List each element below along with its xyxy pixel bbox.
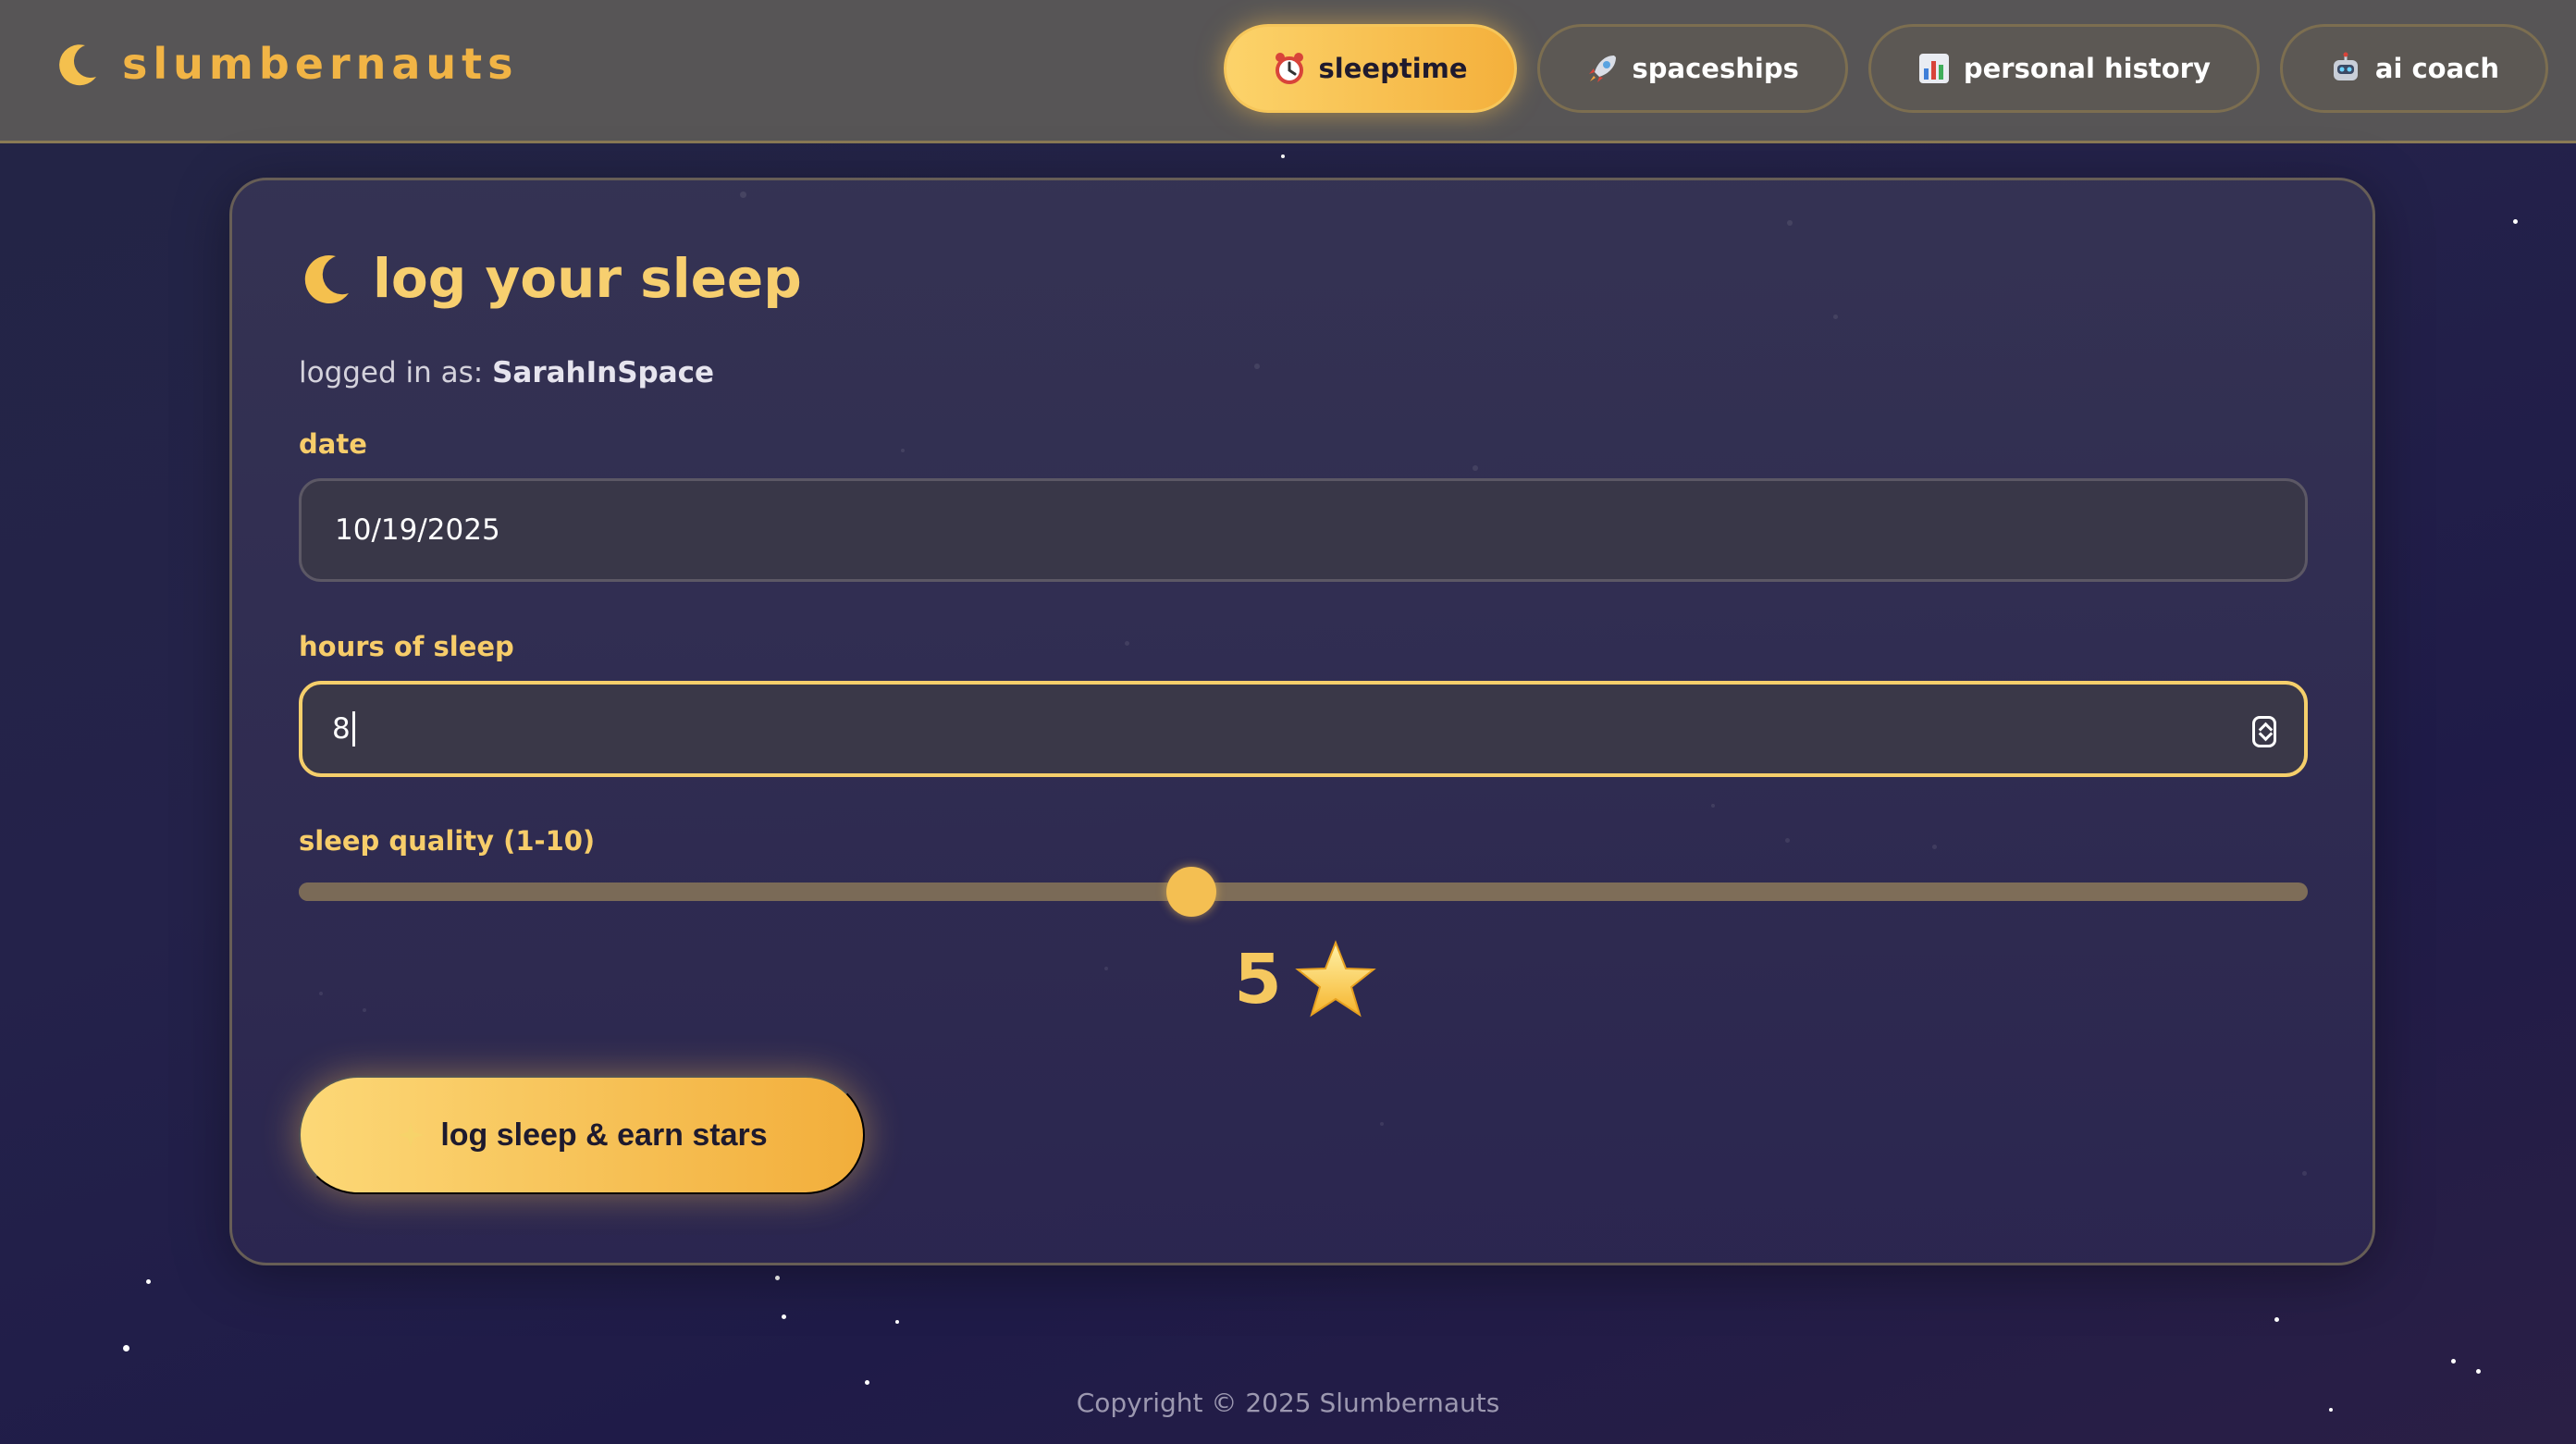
star bbox=[782, 1314, 786, 1319]
star bbox=[2451, 1359, 2456, 1364]
main-nav: sleeptime spaceships personal history ai… bbox=[1223, 24, 2548, 113]
brand[interactable]: slumbernauts bbox=[54, 39, 519, 89]
star bbox=[775, 1276, 780, 1280]
star bbox=[2513, 219, 2518, 224]
star-icon bbox=[1294, 940, 1376, 1018]
sleep-quality-value: 5 bbox=[1234, 940, 1282, 1019]
username: SarahInSpace bbox=[492, 356, 715, 389]
logged-in-status: logged in as: SarahInSpace bbox=[299, 356, 714, 389]
nav-ai-coach-button[interactable]: ai coach bbox=[2279, 24, 2548, 113]
page-title-text: log your sleep bbox=[373, 247, 802, 310]
nav-spaceships-button[interactable]: spaceships bbox=[1536, 24, 1848, 113]
bar-chart-icon bbox=[1918, 54, 1949, 83]
sleep-quality-readout: 5 bbox=[232, 939, 2378, 1020]
crescent-moon-icon bbox=[59, 44, 96, 86]
sleep-quality-slider-fill bbox=[299, 882, 1192, 901]
date-label: date bbox=[299, 428, 367, 460]
sparkles-icon bbox=[398, 1122, 425, 1148]
log-sleep-card: log your sleep logged in as: SarahInSpac… bbox=[229, 178, 2375, 1265]
copyright-text: Copyright © 2025 Slumbernauts bbox=[1076, 1388, 1500, 1418]
nav-sleeptime-label: sleeptime bbox=[1318, 53, 1468, 84]
date-field[interactable]: 10/19/2025 bbox=[299, 478, 2308, 582]
star bbox=[865, 1380, 869, 1385]
footer: Copyright © 2025 Slumbernauts bbox=[0, 1388, 2576, 1418]
robot-icon bbox=[2333, 52, 2358, 80]
page-title: log your sleep bbox=[299, 247, 802, 310]
text-caret bbox=[351, 711, 355, 747]
number-spinner-icon[interactable] bbox=[2252, 716, 2276, 747]
crescent-moon-icon bbox=[304, 254, 349, 303]
star bbox=[895, 1320, 899, 1324]
sleep-quality-slider-track[interactable] bbox=[299, 882, 2308, 901]
star bbox=[146, 1279, 151, 1284]
date-value: 10/19/2025 bbox=[335, 513, 500, 547]
star bbox=[123, 1345, 129, 1351]
star bbox=[2274, 1317, 2279, 1322]
logged-in-prefix: logged in as: bbox=[299, 356, 484, 389]
nav-personal-history-label: personal history bbox=[1963, 53, 2211, 84]
star bbox=[2476, 1369, 2481, 1374]
sleep-quality-slider-thumb[interactable] bbox=[1166, 867, 1217, 917]
nav-ai-coach-label: ai coach bbox=[2374, 53, 2499, 84]
nav-personal-history-button[interactable]: personal history bbox=[1867, 24, 2260, 113]
alarm-clock-icon bbox=[1275, 53, 1303, 84]
log-sleep-button[interactable]: log sleep & earn stars bbox=[299, 1076, 865, 1194]
rocket-icon bbox=[1588, 56, 1616, 82]
brand-name: slumbernauts bbox=[122, 39, 519, 89]
hours-label: hours of sleep bbox=[299, 631, 514, 662]
sleep-quality-label: sleep quality (1-10) bbox=[299, 825, 596, 857]
hours-value: 8 bbox=[332, 712, 351, 746]
nav-spaceships-label: spaceships bbox=[1632, 53, 1799, 84]
nav-sleeptime-button[interactable]: sleeptime bbox=[1223, 24, 1517, 113]
top-nav-bar: slumbernauts sleeptime spaceships person… bbox=[0, 0, 2576, 143]
star bbox=[1281, 154, 1285, 158]
log-sleep-button-label: log sleep & earn stars bbox=[440, 1117, 768, 1153]
hours-of-sleep-input[interactable]: 8 bbox=[299, 681, 2308, 777]
